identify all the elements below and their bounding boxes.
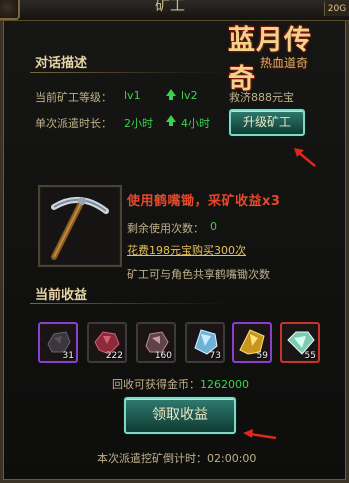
item-slot-red-gem[interactable]: 222 (87, 322, 127, 363)
item-count: 73 (209, 351, 221, 361)
miner-level-next: lv2 (181, 89, 198, 102)
dispatch-duration-next: 4小时 (181, 117, 210, 130)
corner-ornament-top-left (0, 0, 20, 20)
upgrade-miner-button[interactable]: 升级矿工 (229, 109, 305, 136)
buy-pickaxe-link[interactable]: 花费198元宝购买300次 (127, 242, 246, 258)
countdown-line: 本次派遣挖矿倒计时：02:00:00 (97, 450, 256, 466)
earnings-section-title: 当前收益 (35, 288, 88, 303)
dispatch-duration-current: 2小时 (124, 117, 153, 130)
item-slot-pink-ore[interactable]: 160 (136, 322, 176, 363)
pickaxe-icon (51, 197, 109, 260)
cost-text: 救济888元宝 (229, 91, 294, 104)
recycle-gold-value: 1262000 (200, 378, 249, 391)
item-count: 31 (62, 351, 74, 361)
section-divider (30, 72, 230, 73)
miner-level-current: lv1 (124, 89, 141, 102)
section-divider (30, 303, 230, 304)
dialog-section-title: 对话描述 (35, 56, 88, 71)
top-right-badge: 20G (324, 2, 349, 16)
miner-level-label: 当前矿工等级： (35, 91, 112, 104)
dispatch-duration-label: 单次派遣时长： (35, 117, 112, 130)
recycle-gold-label-text: 回收可获得金币： (112, 378, 200, 391)
remaining-uses-label: 剩余使用次数： (127, 222, 204, 235)
item-slot-dark-ore[interactable]: 31 (38, 322, 78, 363)
logo-sub-text: 热血道奇 (260, 56, 309, 70)
claim-earnings-button[interactable]: 领取收益 (124, 397, 236, 434)
item-slot-green-diamond[interactable]: 55 (280, 322, 320, 363)
countdown-value: 02:00:00 (207, 452, 257, 465)
remaining-uses-value: 0 (210, 220, 217, 233)
window-title: 矿工 (154, 0, 185, 14)
pickaxe-bonus-title: 使用鹤嘴锄，采矿收益x3 (127, 194, 281, 209)
pointer-arrow-icon (243, 429, 277, 440)
item-count: 59 (256, 351, 268, 361)
item-count: 160 (154, 351, 172, 361)
pointer-arrow-icon (294, 148, 316, 167)
countdown-label: 本次派遣挖矿倒计时： (97, 452, 207, 465)
item-count: 55 (304, 351, 316, 361)
item-slot-gold-ore[interactable]: 59 (232, 322, 272, 363)
pickaxe-item-slot[interactable] (38, 185, 122, 267)
item-count: 222 (105, 351, 123, 361)
recycle-gold-label: 回收可获得金币：1262000 (112, 376, 249, 392)
share-note: 矿工可与角色共享鹤嘴锄次数 (127, 268, 270, 281)
item-slot-blue-crystal[interactable]: 73 (185, 322, 225, 363)
game-logo: 蓝月传奇 热血道奇 (220, 18, 332, 95)
